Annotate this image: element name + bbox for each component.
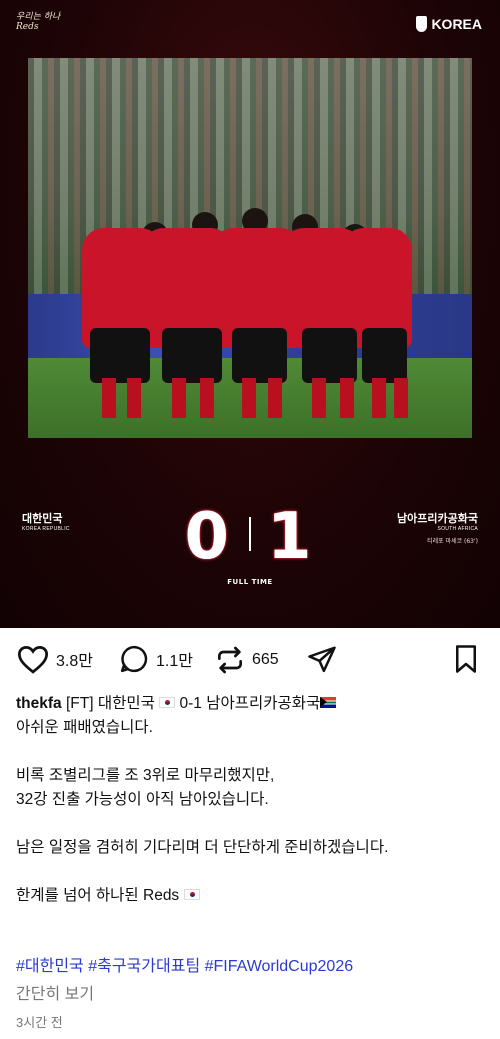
save-button[interactable]	[452, 644, 480, 674]
show-less-link[interactable]: 간단히 보기	[16, 980, 94, 1004]
kfa-badge: KOREA	[416, 16, 482, 32]
repost-count: 665	[252, 651, 279, 668]
bookmark-icon	[456, 645, 476, 673]
comment-count: 1.1만	[156, 653, 193, 670]
scoreboard: 대한민국 KOREA REPUBLIC 01 남아프리카공화국 SOUTH AF…	[0, 490, 500, 600]
comment-button[interactable]: 1.1만	[118, 644, 193, 674]
caption-line-1: thekfa [FT] 대한민국 0-1 남아프리카공화국	[16, 692, 484, 716]
caption-line-4: 32강 진출 가능성이 아직 남아있습니다.	[16, 791, 269, 808]
team-huddle-photo	[28, 58, 472, 438]
caption-line-5: 남은 일정을 겸허히 기다리며 더 단단하게 준비하겠습니다.	[16, 839, 389, 856]
korea-flag-icon	[183, 889, 200, 901]
kfa-shield-icon	[416, 16, 428, 32]
caption-line-3: 비록 조별리그를 조 3위로 마무리했지만,	[16, 767, 275, 784]
post-caption: thekfa [FT] 대한민국 0-1 남아프리카공화국 아쉬운 패배였습니다…	[16, 692, 484, 908]
repost-button[interactable]: 665	[214, 644, 279, 676]
comment-icon	[120, 645, 148, 673]
match-status: FULL TIME	[227, 578, 273, 586]
post-timestamp: 3시간 전	[16, 1015, 63, 1030]
away-score: 1	[267, 500, 316, 574]
repost-icon	[218, 646, 242, 674]
player-huddle	[82, 208, 412, 418]
korea-flag-icon	[159, 697, 176, 709]
home-score: 0	[184, 500, 233, 574]
away-team-name-en: SOUTH AFRICA	[437, 526, 478, 532]
away-team: 남아프리카공화국 SOUTH AFRICA	[397, 510, 478, 532]
caption-line-6: 한계를 넘어 하나된 Reds	[16, 884, 484, 908]
post-image[interactable]: 우리는 하나 Reds KOREA 대한민국 KOREA REPUBLIC 0 …	[0, 0, 500, 628]
like-button[interactable]: 3.8만	[16, 644, 93, 674]
hashtags[interactable]: #대한민국 #축구국가대표팀 #FIFAWorldCup2026	[16, 952, 353, 976]
goal-scorer: 티레포 마세코 (63')	[427, 538, 478, 545]
caption-line-2: 아쉬운 패배였습니다.	[16, 719, 153, 736]
kfa-label: KOREA	[431, 16, 482, 32]
send-icon	[308, 646, 336, 673]
away-team-name: 남아프리카공화국	[397, 513, 478, 525]
like-count: 3.8만	[56, 653, 93, 670]
score-separator	[249, 517, 251, 552]
heart-icon	[17, 646, 49, 674]
south-africa-flag-icon	[320, 697, 337, 709]
share-button[interactable]	[306, 644, 338, 674]
reds-logo: 우리는 하나 Reds	[16, 12, 61, 32]
username-link[interactable]: thekfa	[16, 695, 62, 712]
action-bar: 3.8만 1.1만 665	[0, 628, 500, 690]
